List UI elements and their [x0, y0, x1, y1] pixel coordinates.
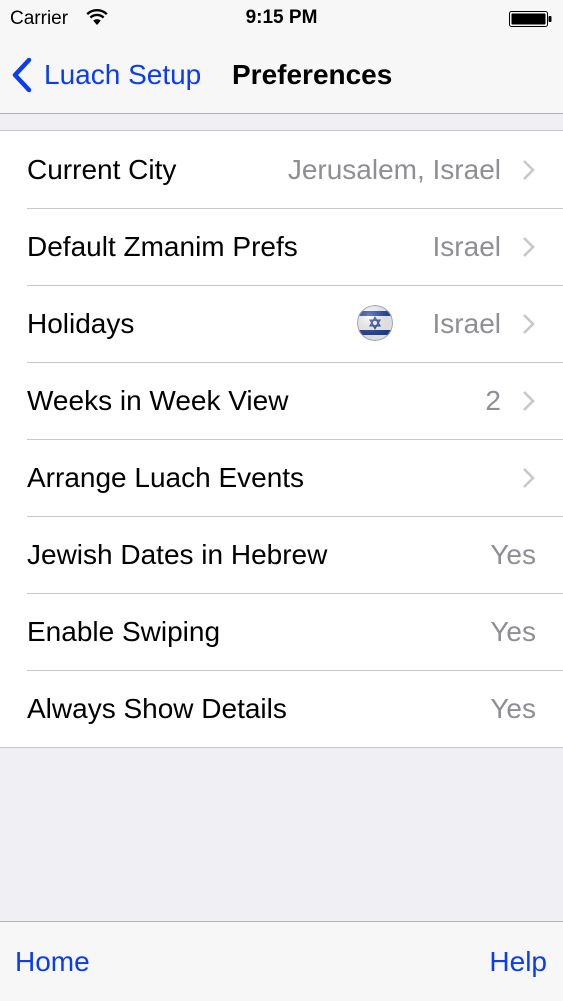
back-button-label: Luach Setup: [44, 59, 202, 90]
row-weeks-in-week-view[interactable]: Weeks in Week View 2: [0, 362, 563, 439]
row-label: Current City: [27, 154, 177, 185]
row-value: Yes: [490, 693, 536, 724]
row-label: Always Show Details: [27, 693, 287, 724]
chevron-right-icon: [523, 391, 535, 411]
chevron-right-icon: [523, 160, 535, 180]
status-time: 9:15 PM: [245, 7, 318, 28]
row-current-city[interactable]: Current City Jerusalem, Israel: [0, 131, 563, 208]
row-jewish-dates-in-hebrew[interactable]: Jewish Dates in Hebrew Yes: [0, 516, 563, 593]
navigation-bar: Luach Setup Preferences: [0, 38, 563, 114]
row-label: Default Zmanim Prefs: [27, 231, 298, 262]
row-arrange-luach-events[interactable]: Arrange Luach Events: [0, 439, 563, 516]
row-value: Jerusalem, Israel: [287, 154, 501, 185]
row-value: Yes: [490, 539, 536, 570]
back-chevron-icon: [12, 57, 32, 93]
page-title: Preferences: [232, 59, 393, 90]
back-button[interactable]: Luach Setup: [10, 55, 201, 95]
chevron-right-icon: [523, 314, 535, 334]
row-enable-swiping[interactable]: Enable Swiping Yes: [0, 593, 563, 670]
row-always-show-details[interactable]: Always Show Details Yes: [0, 670, 563, 747]
chevron-right-icon: [523, 237, 535, 257]
row-holidays[interactable]: Holidays Israel: [0, 285, 563, 362]
row-value: Yes: [490, 616, 536, 647]
status-bar: Carrier 9:15 PM: [0, 0, 563, 38]
row-label: Arrange Luach Events: [27, 462, 305, 493]
chevron-right-icon: [523, 468, 535, 488]
row-default-zmanim-prefs[interactable]: Default Zmanim Prefs Israel: [0, 208, 563, 285]
israel-flag-icon: [357, 305, 393, 341]
row-label: Weeks in Week View: [27, 385, 289, 416]
row-label: Holidays: [27, 308, 135, 339]
bottom-toolbar: Home Help: [0, 921, 563, 1001]
row-label: Enable Swiping: [27, 616, 221, 647]
row-value: Israel: [432, 308, 501, 339]
home-button[interactable]: Home: [15, 946, 90, 978]
row-label: Jewish Dates in Hebrew: [27, 539, 328, 570]
row-value: 2: [485, 385, 501, 416]
help-button[interactable]: Help: [489, 946, 547, 978]
battery-icon: [509, 11, 552, 27]
preferences-table: Current City Jerusalem, Israel Default Z…: [0, 130, 563, 748]
row-value: Israel: [432, 231, 501, 262]
